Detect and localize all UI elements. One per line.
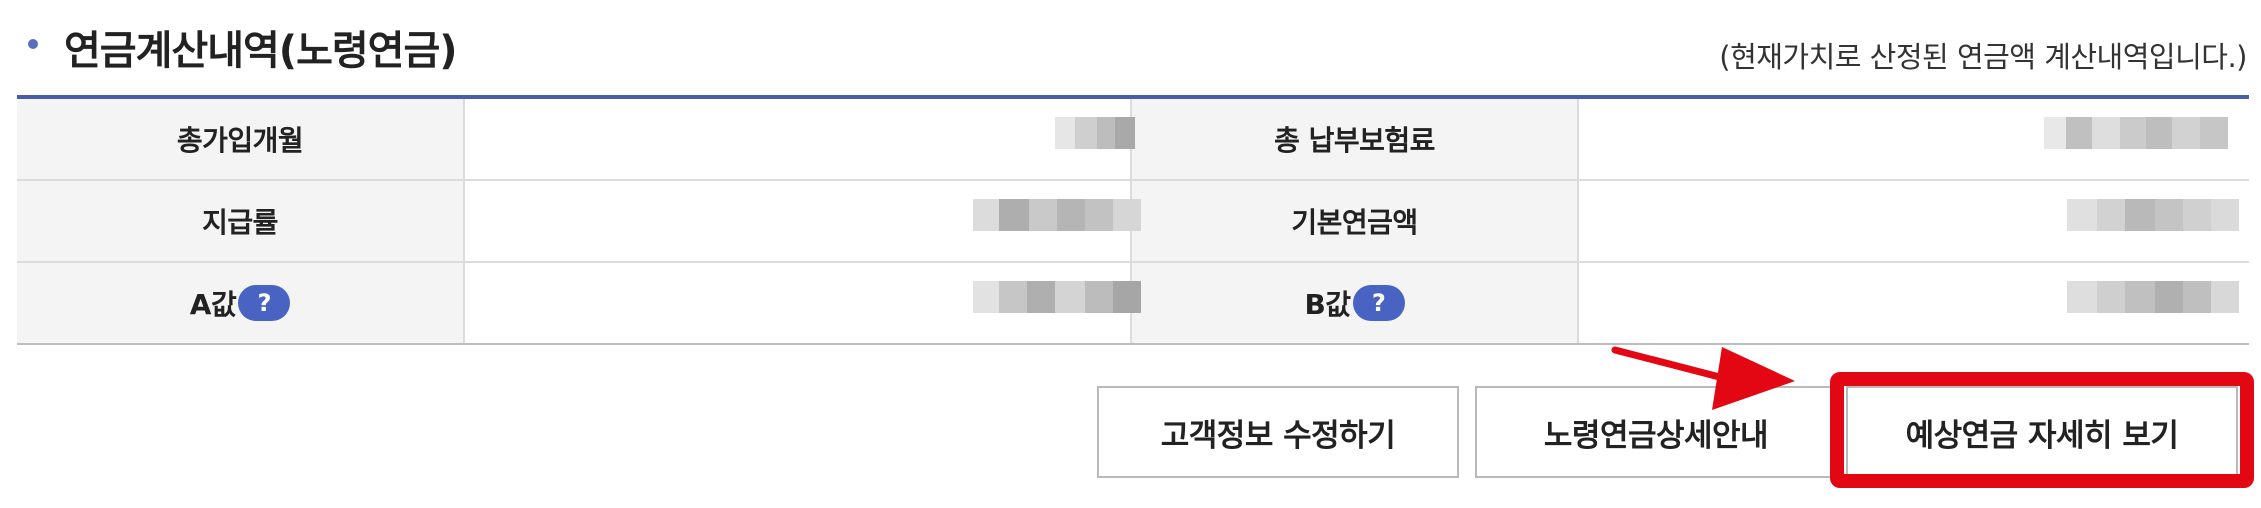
red-arrow-icon — [1611, 346, 1795, 410]
